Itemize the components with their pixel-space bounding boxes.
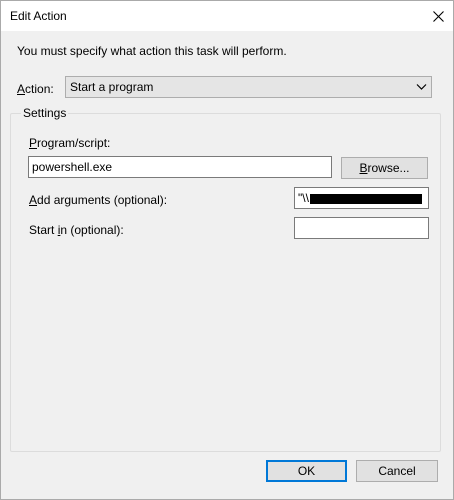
action-label: Action: [17, 82, 54, 96]
action-dropdown[interactable]: Start a program [65, 76, 432, 98]
program-script-input[interactable]: powershell.exe [28, 156, 332, 178]
edit-action-dialog: Edit Action You must specify what action… [0, 0, 454, 500]
browse-button[interactable]: Browse... [341, 157, 428, 179]
cancel-button[interactable]: Cancel [356, 460, 438, 482]
dialog-body: You must specify what action this task w… [1, 31, 453, 499]
arguments-value: "\\ [298, 191, 309, 205]
title-bar[interactable]: Edit Action [1, 1, 453, 31]
start-in-label: Start in (optional): [29, 223, 124, 237]
program-script-value: powershell.exe [32, 160, 113, 174]
arguments-label: Add arguments (optional): [29, 193, 168, 207]
action-dropdown-value: Start a program [70, 80, 154, 94]
close-icon [432, 10, 444, 22]
window-title: Edit Action [10, 9, 67, 23]
redaction-bar [309, 193, 422, 204]
close-button[interactable] [423, 1, 453, 31]
arguments-input[interactable]: "\\ [294, 187, 429, 209]
settings-group-label: Settings [21, 106, 69, 120]
chevron-down-icon [416, 84, 427, 90]
program-script-label: Program/script: [29, 136, 111, 150]
ok-button[interactable]: OK [266, 460, 347, 482]
instruction-text: You must specify what action this task w… [17, 44, 287, 58]
start-in-input[interactable] [294, 217, 429, 239]
